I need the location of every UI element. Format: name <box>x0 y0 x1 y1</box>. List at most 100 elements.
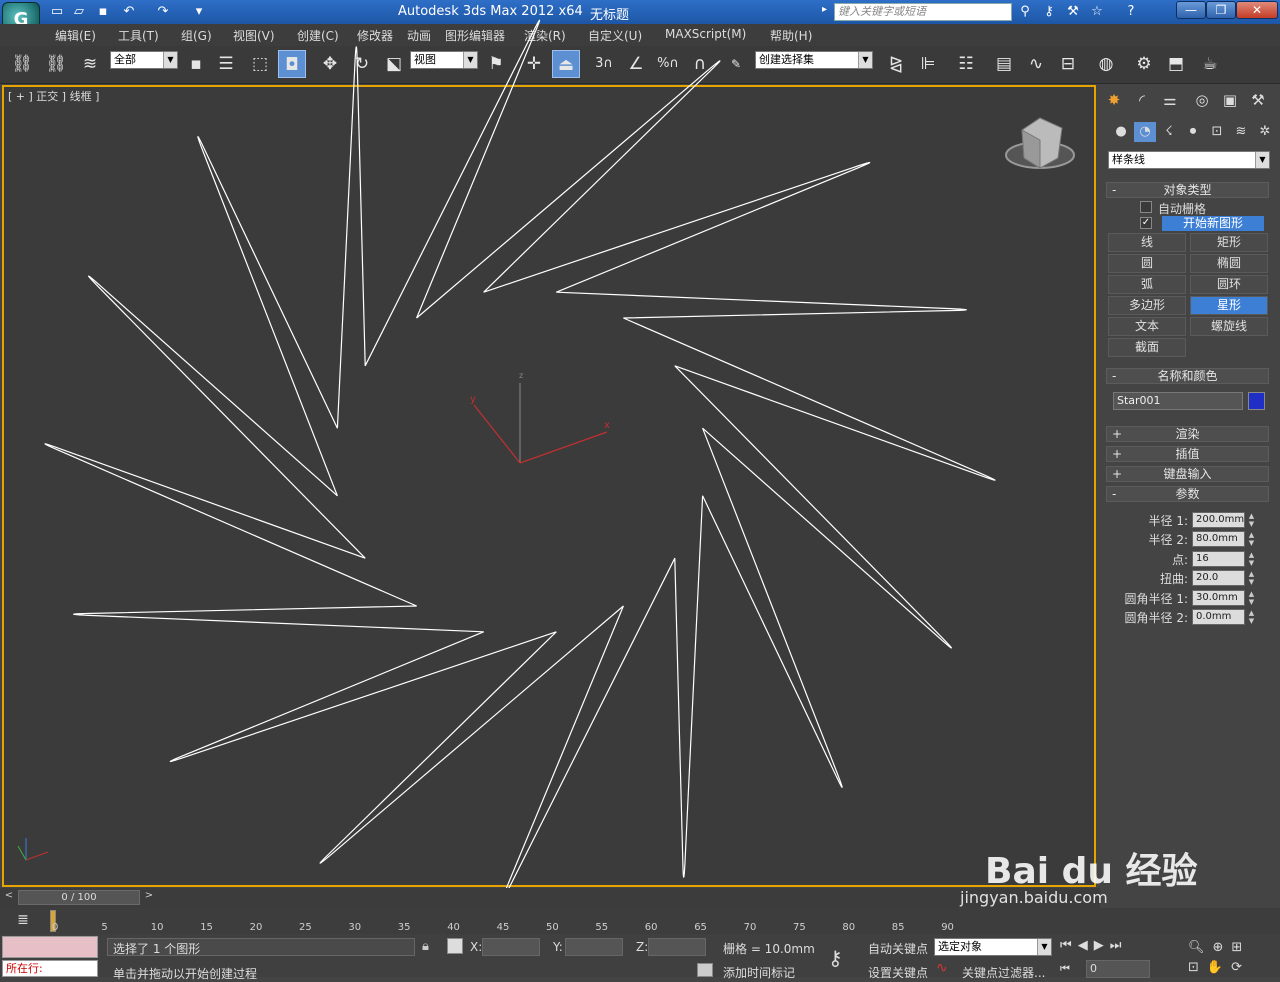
timeline-tick-label: 10 <box>150 922 164 933</box>
spinner-arrows-icon[interactable]: ▲ ▼ <box>1247 570 1256 586</box>
x-coordinate-field[interactable] <box>482 938 540 956</box>
chevron-down-icon: ▼ <box>1037 939 1051 955</box>
space-warps-icon[interactable]: ≋ <box>1230 122 1252 142</box>
radius1-label: 半径 1: <box>1148 514 1189 528</box>
object-type-rollout[interactable]: - 对象类型 <box>1106 182 1269 198</box>
object-color-swatch[interactable] <box>1248 392 1265 410</box>
rectangle-button[interactable]: 矩形 <box>1190 233 1268 252</box>
time-next-button[interactable]: > <box>142 890 156 905</box>
start-new-shape-checkbox[interactable]: ✓ <box>1140 217 1152 229</box>
key-mode-dropdown[interactable]: 选定对象 ▼ <box>934 938 1052 956</box>
star-button[interactable]: 星形 <box>1190 296 1268 315</box>
absolute-mode-toggle-icon[interactable] <box>447 938 463 954</box>
lock-selection-icon[interactable]: 🔒︎ <box>422 939 429 954</box>
create-tab-icon[interactable]: ✸ <box>1102 89 1126 111</box>
keyboard-entry-rollout[interactable]: + 键盘输入 <box>1106 466 1269 482</box>
viewport-canvas: x y z <box>17 19 1075 888</box>
z-coordinate-field[interactable] <box>648 938 706 956</box>
spinner-arrows-icon[interactable]: ▲ ▼ <box>1247 531 1256 547</box>
autogrid-checkbox[interactable] <box>1140 201 1152 213</box>
auto-key-button[interactable]: 自动关键点 <box>868 940 928 957</box>
ellipse-button[interactable]: 椭圆 <box>1190 254 1268 273</box>
shape-category-dropdown[interactable]: 样条线 ▼ <box>1108 151 1270 169</box>
material-editor-icon[interactable]: ◍ <box>1092 50 1120 78</box>
spinner-arrows-icon[interactable]: ▲ ▼ <box>1247 590 1256 606</box>
help-icon[interactable]: ? <box>1122 3 1140 21</box>
text-button[interactable]: 文本 <box>1108 317 1186 336</box>
set-key-button[interactable]: 设置关键点 <box>868 964 928 981</box>
close-button[interactable]: ✕ <box>1236 1 1278 19</box>
maxscript-line[interactable]: 所在行: <box>2 960 98 977</box>
geometry-icon[interactable]: ● <box>1110 122 1132 142</box>
minimize-button[interactable]: — <box>1176 1 1206 19</box>
grid-size: 栅格 = 10.0mm <box>723 942 815 956</box>
points-spinner[interactable]: 16 <box>1192 551 1245 567</box>
spinner-arrows-icon[interactable]: ▲ ▼ <box>1247 609 1256 625</box>
key-mode-toggle-icon[interactable]: ⏮ <box>1060 962 1070 976</box>
systems-icon[interactable]: ✲ <box>1254 122 1276 142</box>
cameras-icon[interactable]: ⏺ <box>1182 122 1204 142</box>
motion-tab-icon[interactable]: ◎ <box>1190 89 1214 111</box>
viewport-navigation-controls[interactable]: 🔍︎⊕⊞ ⊡✋⟳ <box>1188 938 1278 978</box>
z-label: Z: <box>636 940 649 954</box>
timeline-tick-label: 50 <box>546 922 559 933</box>
timeline-tick-label: 85 <box>891 922 905 933</box>
hierarchy-tab-icon[interactable]: ⚌ <box>1158 89 1182 111</box>
set-key-mode-icon[interactable]: ⚷ <box>828 946 843 970</box>
rendering-title: 渲染 <box>1175 427 1200 441</box>
time-tag-icon[interactable] <box>697 963 713 977</box>
time-slider-bar <box>0 888 1100 908</box>
y-coordinate-field[interactable] <box>565 938 623 956</box>
playback-controls[interactable]: ⏮◀▶⏭ <box>1060 938 1180 956</box>
shapes-icon[interactable]: ◔ <box>1134 122 1156 142</box>
add-time-tag[interactable]: 添加时间标记 <box>723 964 795 981</box>
axis-x-label: x <box>604 420 610 431</box>
spinner-arrows-icon[interactable]: ▲ ▼ <box>1247 512 1256 528</box>
modify-tab-icon[interactable]: ◜ <box>1130 89 1154 111</box>
timeline-tick-label: 20 <box>249 922 263 933</box>
current-frame-field[interactable]: 0 <box>1086 960 1150 978</box>
axis-y-label: y <box>470 394 476 405</box>
helpers-icon[interactable]: ⊡ <box>1206 122 1228 142</box>
axis-z-label: z <box>519 371 523 380</box>
fillet-radius1-spinner[interactable]: 30.0mm <box>1192 590 1245 606</box>
interpolation-rollout[interactable]: + 插值 <box>1106 446 1269 462</box>
timeline-tick-label: 5 <box>101 922 108 933</box>
rendering-rollout[interactable]: + 渲染 <box>1106 426 1269 442</box>
time-slider-handle[interactable]: 0 / 100 <box>18 890 140 905</box>
arc-button[interactable]: 弧 <box>1108 275 1186 294</box>
track-bar[interactable] <box>0 908 1280 934</box>
start-new-shape-button[interactable]: 开始新图形 <box>1162 216 1264 231</box>
mini-curve-editor-icon[interactable]: ≣ <box>12 912 34 930</box>
parameters-rollout[interactable]: - 参数 <box>1106 486 1269 502</box>
display-tab-icon[interactable]: ▣ <box>1218 89 1242 111</box>
radius1-spinner[interactable]: 200.0mm <box>1192 512 1245 528</box>
name-color-rollout[interactable]: - 名称和颜色 <box>1106 368 1269 384</box>
parameters-title: 参数 <box>1175 487 1200 501</box>
object-name-field[interactable]: Star001 <box>1113 392 1243 410</box>
helix-button[interactable]: 螺旋线 <box>1190 317 1268 336</box>
line-button[interactable]: 线 <box>1108 233 1186 252</box>
circle-button[interactable]: 圆 <box>1108 254 1186 273</box>
distortion-spinner[interactable]: 20.0 <box>1192 570 1245 586</box>
rendered-frame-window-icon[interactable]: ⬒ <box>1162 50 1190 78</box>
axis-y-line <box>473 404 521 464</box>
maxscript-listener-mini[interactable] <box>2 936 98 958</box>
category-value: 样条线 <box>1112 153 1145 166</box>
lights-icon[interactable]: ☇ <box>1158 122 1180 142</box>
timeline-tick-label: 75 <box>793 922 806 933</box>
utilities-tab-icon[interactable]: ⚒ <box>1246 89 1270 111</box>
donut-button[interactable]: 圆环 <box>1190 275 1268 294</box>
key-filters-button[interactable]: 关键点过滤器... <box>962 964 1045 981</box>
fillet-radius2-spinner[interactable]: 0.0mm <box>1192 609 1245 625</box>
render-production-icon[interactable]: ☕ <box>1196 50 1224 78</box>
ngon-button[interactable]: 多边形 <box>1108 296 1186 315</box>
render-setup-icon[interactable]: ⚙ <box>1130 50 1158 78</box>
distortion-label: 扭曲: <box>1159 572 1188 586</box>
time-prev-button[interactable]: < <box>2 890 16 905</box>
timeline-tick-label: 60 <box>644 922 658 933</box>
section-button[interactable]: 截面 <box>1108 338 1186 357</box>
spinner-arrows-icon[interactable]: ▲ ▼ <box>1247 551 1256 567</box>
radius2-spinner[interactable]: 80.0mm <box>1192 531 1245 547</box>
restore-button[interactable]: ❐ <box>1206 1 1236 19</box>
